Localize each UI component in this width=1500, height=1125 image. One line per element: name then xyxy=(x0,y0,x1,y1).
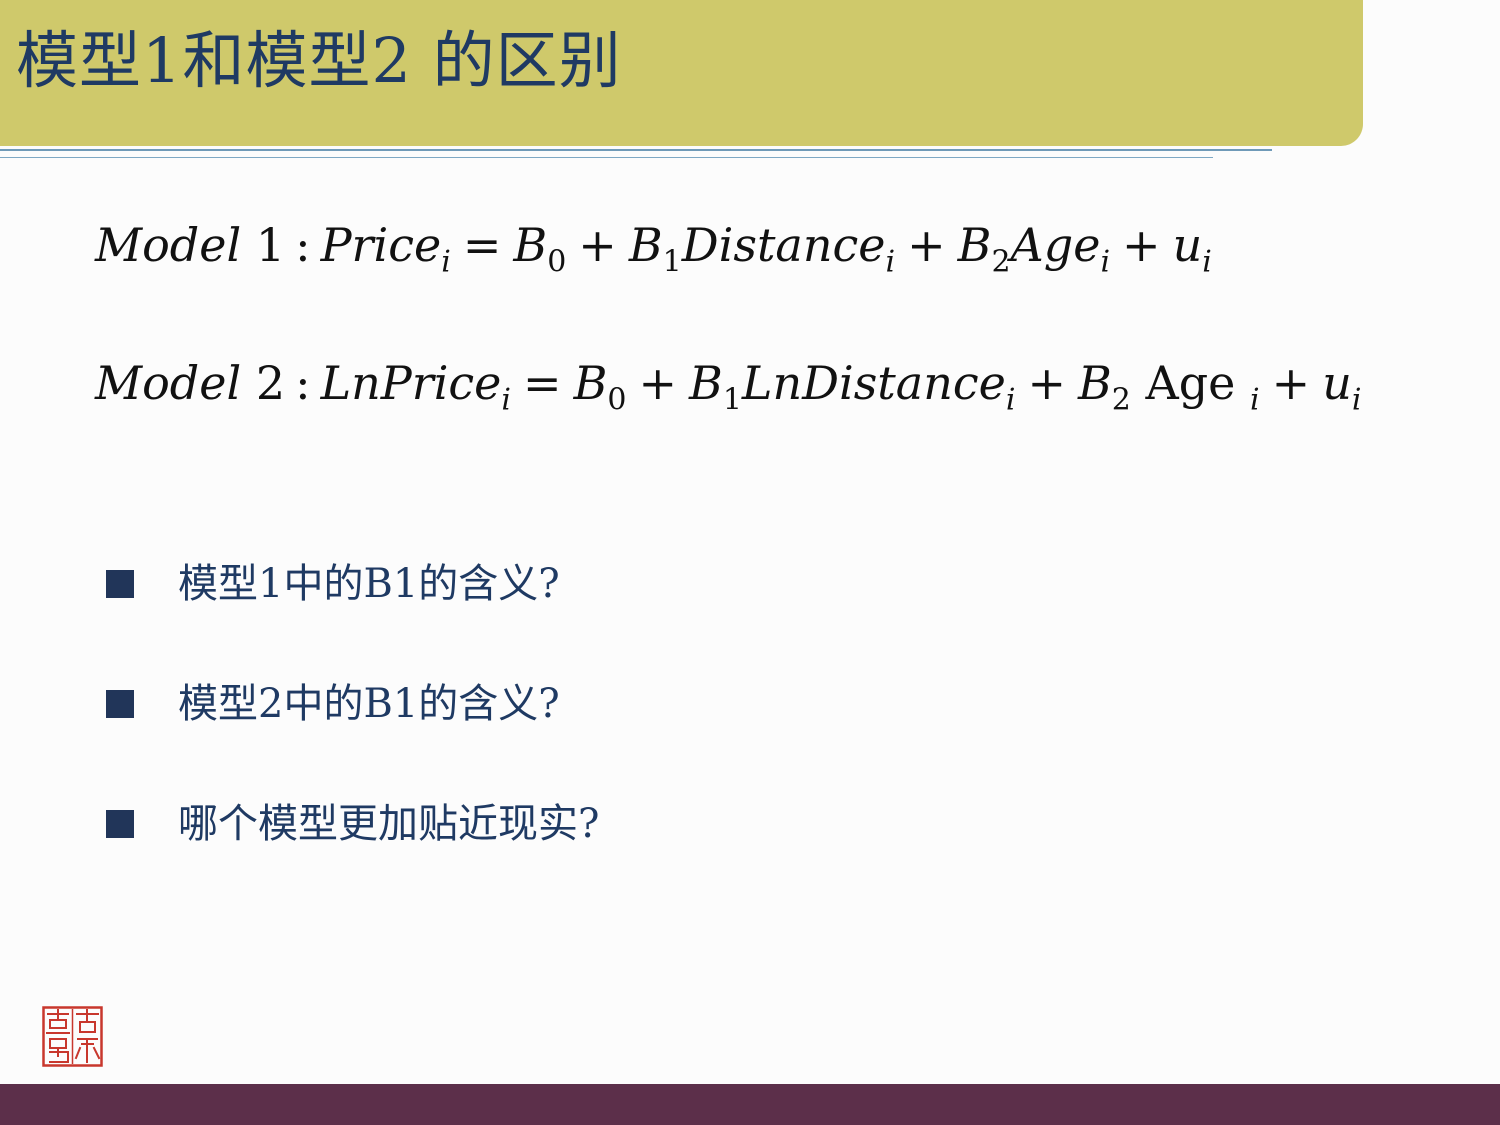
eq1-equals: = xyxy=(462,218,502,272)
eq2-b1: B xyxy=(689,356,723,410)
eq1-plus-3: + xyxy=(1122,218,1161,272)
eq2-lhs: LnPrice xyxy=(320,356,502,410)
title-divider-line-secondary xyxy=(0,157,1213,158)
eq1-colon: : xyxy=(295,218,311,272)
eq1-lhs: Price xyxy=(320,218,442,272)
eq2-var1-sub: i xyxy=(1005,382,1016,418)
eq1-error-sub: i xyxy=(1202,244,1212,280)
eq2-var2-sub: i xyxy=(1250,382,1260,418)
eq2-b2-sub: 2 xyxy=(1111,382,1131,418)
square-bullet-icon xyxy=(106,570,134,598)
eq1-label: Model xyxy=(95,218,242,272)
eq2-error-sub: i xyxy=(1351,382,1362,418)
slide-title: 模型1和模型2 的区别 xyxy=(16,24,622,97)
eq1-plus-2: + xyxy=(907,218,946,272)
square-bullet-icon xyxy=(106,810,134,838)
eq2-b0: B xyxy=(573,356,608,410)
question-1: 模型1中的B1的含义? xyxy=(178,561,560,607)
eq2-b1-sub: 1 xyxy=(722,382,742,418)
model-2-equation: Model 2: LnPricei = B0 + B1LnDistancei + B2 Age… xyxy=(95,360,1361,415)
eq1-b0: B xyxy=(513,218,548,272)
eq1-error: u xyxy=(1172,218,1203,272)
footer-bar xyxy=(0,1084,1500,1125)
eq2-plus-1: + xyxy=(638,356,678,410)
question-2: 模型2中的B1的含义? xyxy=(178,681,560,727)
eq2-lhs-sub: i xyxy=(501,382,512,418)
eq1-b1-sub: 1 xyxy=(662,244,682,280)
eq1-b2: B xyxy=(957,218,992,272)
eq2-error: u xyxy=(1322,356,1352,410)
eq1-lhs-sub: i xyxy=(441,244,451,280)
eq2-colon: : xyxy=(295,356,311,410)
square-bullet-icon xyxy=(106,690,134,718)
eq1-var1-sub: i xyxy=(885,244,896,280)
eq1-b1: B xyxy=(628,218,663,272)
eq1-var2: Age xyxy=(1010,218,1101,272)
eq1-b0-sub: 0 xyxy=(547,244,567,280)
eq2-label: Model xyxy=(95,356,242,410)
eq2-equals: = xyxy=(523,356,562,410)
eq2-number: 2 xyxy=(255,356,286,410)
eq2-plus-3: + xyxy=(1271,356,1311,410)
eq1-var2-sub: i xyxy=(1100,244,1111,280)
eq2-plus-2: + xyxy=(1027,356,1066,410)
eq1-number: 1 xyxy=(255,218,286,272)
eq1-plus-1: + xyxy=(578,218,617,272)
question-3: 哪个模型更加贴近现实? xyxy=(178,801,600,847)
seal-stamp-icon xyxy=(42,1006,103,1067)
eq1-var1: Distance xyxy=(681,218,886,272)
eq2-var1: LnDistance xyxy=(741,356,1006,410)
eq2-b0-sub: 0 xyxy=(607,382,627,418)
title-bar: 模型1和模型2 的区别 xyxy=(0,0,1363,146)
model-1-equation: Model 1: Pricei = B0 + B1Distancei + B2Agei + ui xyxy=(95,222,1212,277)
title-divider-line xyxy=(0,149,1272,151)
eq2-b2: B xyxy=(1077,356,1112,410)
eq2-var2: Age xyxy=(1145,356,1236,410)
eq1-b2-sub: 2 xyxy=(991,244,1011,280)
